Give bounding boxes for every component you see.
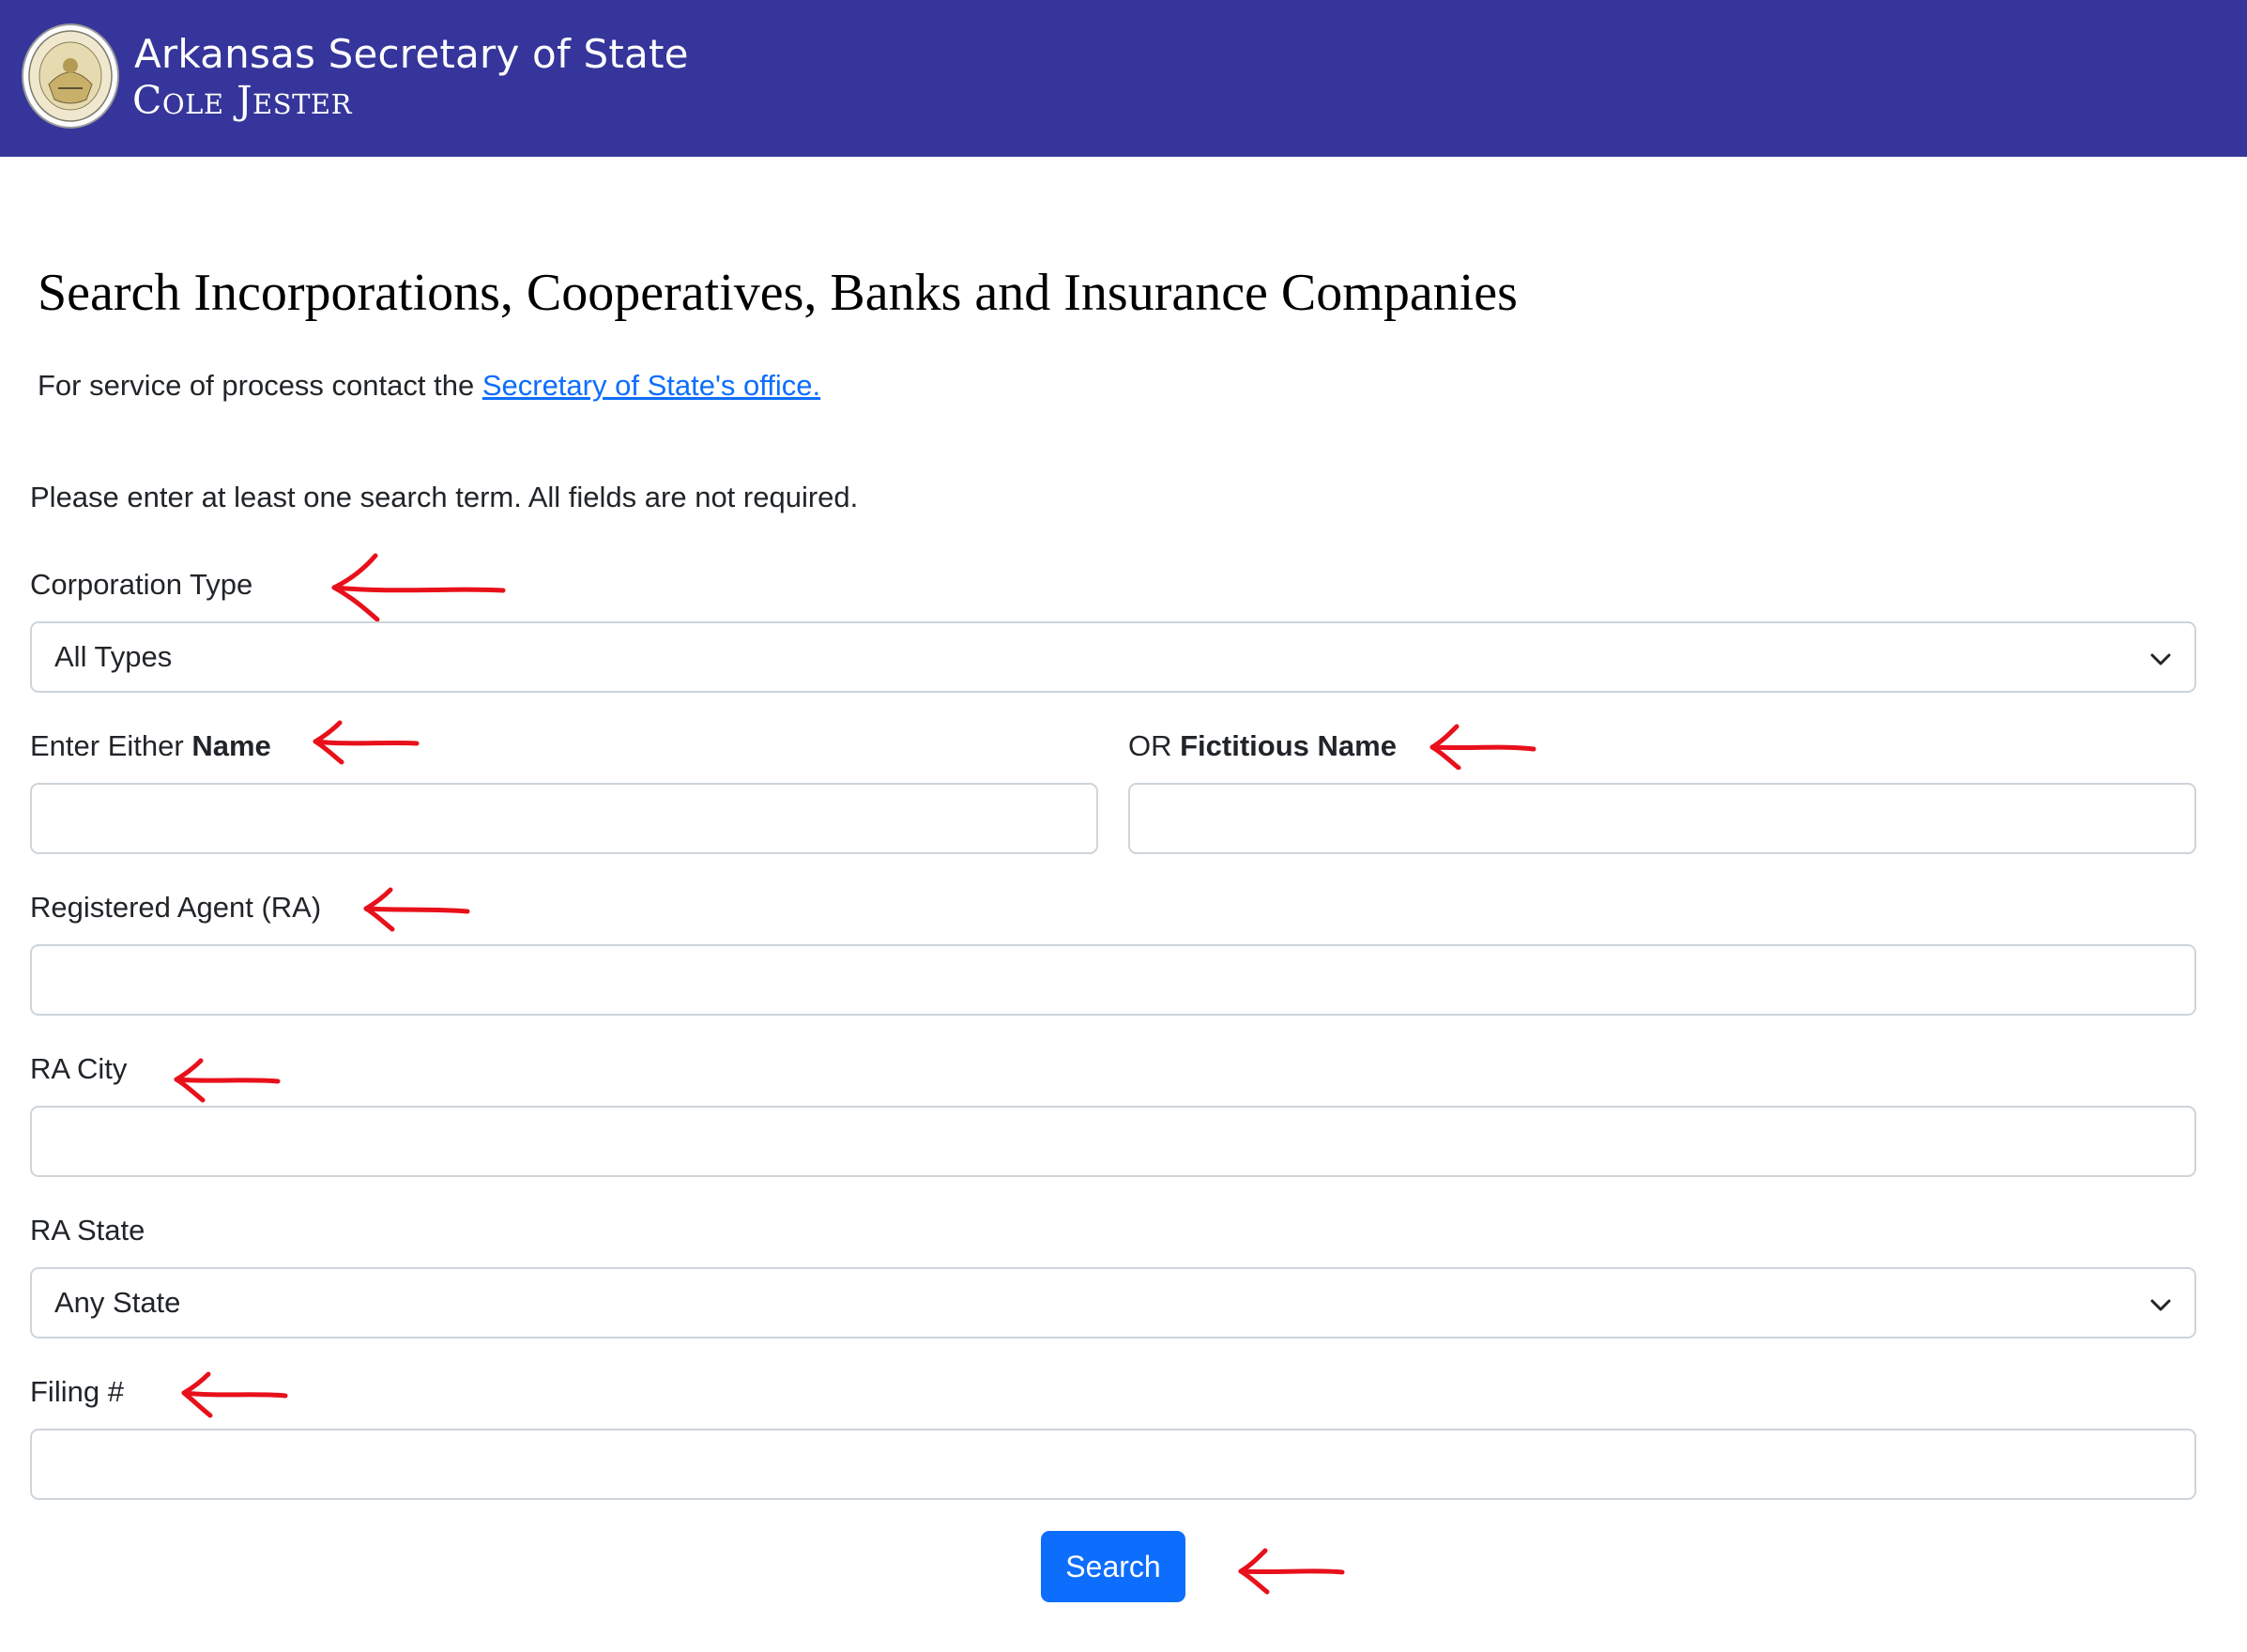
corporation-type-label: Corporation Type: [30, 568, 253, 601]
service-text: For service of process contact the: [38, 369, 475, 402]
search-instructions: Please enter at least one search term. A…: [30, 481, 859, 513]
secretary-of-state-office-link[interactable]: Secretary of State's office.: [482, 369, 820, 402]
red-left-arrow-icon: [1429, 724, 1536, 770]
state-seal-icon[interactable]: [21, 23, 120, 130]
service-of-process-text: For service of process contact the Secre…: [38, 364, 820, 407]
site-header: Arkansas Secretary of State Cole Jester: [0, 0, 2247, 157]
fictitious-name-label-bold: Fictitious Name: [1180, 729, 1397, 762]
corporation-type-select[interactable]: All Types: [30, 621, 2196, 693]
registered-agent-label: Registered Agent (RA): [30, 891, 322, 924]
ra-city-label: RA City: [30, 1052, 128, 1085]
corporation-type-value: All Types: [54, 640, 173, 673]
name-label-prefix: Enter Either: [30, 729, 184, 762]
header-title-line2: Cole Jester: [132, 78, 352, 123]
red-left-arrow-icon: [181, 1371, 288, 1418]
name-label-bold: Name: [191, 729, 271, 762]
header-title-line1: Arkansas Secretary of State: [134, 31, 689, 77]
filing-number-label: Filing #: [30, 1375, 124, 1408]
search-button[interactable]: Search: [1041, 1531, 1185, 1602]
page-title: Search Incorporations, Cooperatives, Ban…: [38, 264, 1518, 322]
red-left-arrow-icon: [313, 720, 420, 765]
chevron-down-icon: [2150, 653, 2171, 665]
name-label: Enter Either Name: [30, 725, 271, 768]
filing-number-input[interactable]: [30, 1429, 2196, 1500]
ra-state-value: Any State: [54, 1286, 181, 1319]
red-left-arrow-icon: [363, 887, 470, 932]
chevron-down-icon: [2150, 1299, 2171, 1311]
ra-state-select[interactable]: Any State: [30, 1267, 2196, 1338]
red-left-arrow-icon: [174, 1058, 281, 1103]
ra-city-input[interactable]: [30, 1106, 2196, 1177]
red-left-arrow-icon: [331, 553, 506, 622]
red-left-arrow-icon: [1238, 1548, 1345, 1595]
registered-agent-input[interactable]: [30, 944, 2196, 1016]
name-input[interactable]: [30, 783, 1098, 854]
fictitious-name-label: OR Fictitious Name: [1128, 725, 1397, 768]
ra-state-label: RA State: [30, 1214, 145, 1247]
fictitious-name-input[interactable]: [1128, 783, 2196, 854]
fictitious-name-label-prefix: OR: [1128, 729, 1172, 762]
